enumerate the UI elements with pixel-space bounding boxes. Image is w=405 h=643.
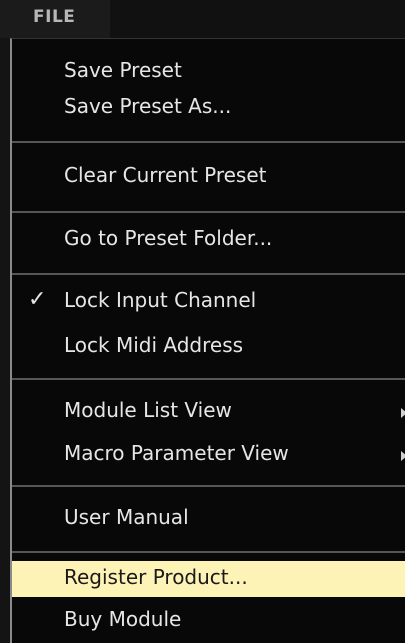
- submenu-arrow-icon: [401, 408, 405, 418]
- menu-item-user-manual[interactable]: User Manual: [12, 501, 405, 537]
- menu-item-lock-input-channel[interactable]: ✓ Lock Input Channel: [12, 284, 405, 320]
- menu-item-label: Save Preset As...: [64, 94, 232, 118]
- menu-separator: [12, 378, 405, 380]
- menu-item-label: Go to Preset Folder...: [64, 226, 273, 250]
- menu-file-label: FILE: [33, 7, 76, 27]
- menu-item-label: Register Product...: [64, 565, 248, 589]
- menu-item-module-list-view[interactable]: Module List View: [12, 394, 405, 430]
- menu-item-lock-midi-address[interactable]: Lock Midi Address: [12, 329, 405, 365]
- menu-item-label: Save Preset: [64, 58, 182, 82]
- menu-item-save-preset[interactable]: Save Preset: [12, 54, 405, 90]
- menu-separator: [12, 211, 405, 213]
- menu-item-label: Lock Midi Address: [64, 333, 244, 357]
- menu-item-label: Lock Input Channel: [64, 288, 257, 312]
- menubar: FILE: [0, 0, 405, 38]
- menu-item-buy-module[interactable]: Buy Module: [12, 603, 405, 639]
- menu-item-clear-current-preset[interactable]: Clear Current Preset: [12, 159, 405, 195]
- file-dropdown-menu: Save Preset Save Preset As... Clear Curr…: [10, 38, 405, 643]
- menu-item-label: Buy Module: [64, 607, 182, 631]
- menu-item-macro-parameter-view[interactable]: Macro Parameter View: [12, 437, 405, 473]
- menu-separator: [12, 551, 405, 553]
- menu-separator: [12, 273, 405, 275]
- submenu-arrow-icon: [401, 451, 405, 461]
- checkmark-icon: ✓: [28, 287, 47, 312]
- menu-file[interactable]: FILE: [0, 0, 110, 38]
- menu-item-label: User Manual: [64, 505, 189, 529]
- menu-item-go-to-preset-folder[interactable]: Go to Preset Folder...: [12, 222, 405, 258]
- menu-item-label: Macro Parameter View: [64, 441, 289, 465]
- menu-item-save-preset-as[interactable]: Save Preset As...: [12, 90, 405, 126]
- menu-separator: [12, 485, 405, 487]
- menu-item-label: Module List View: [64, 398, 232, 422]
- menu-item-label: Clear Current Preset: [64, 163, 267, 187]
- menu-separator: [12, 141, 405, 143]
- menu-item-register-product[interactable]: Register Product...: [12, 561, 405, 597]
